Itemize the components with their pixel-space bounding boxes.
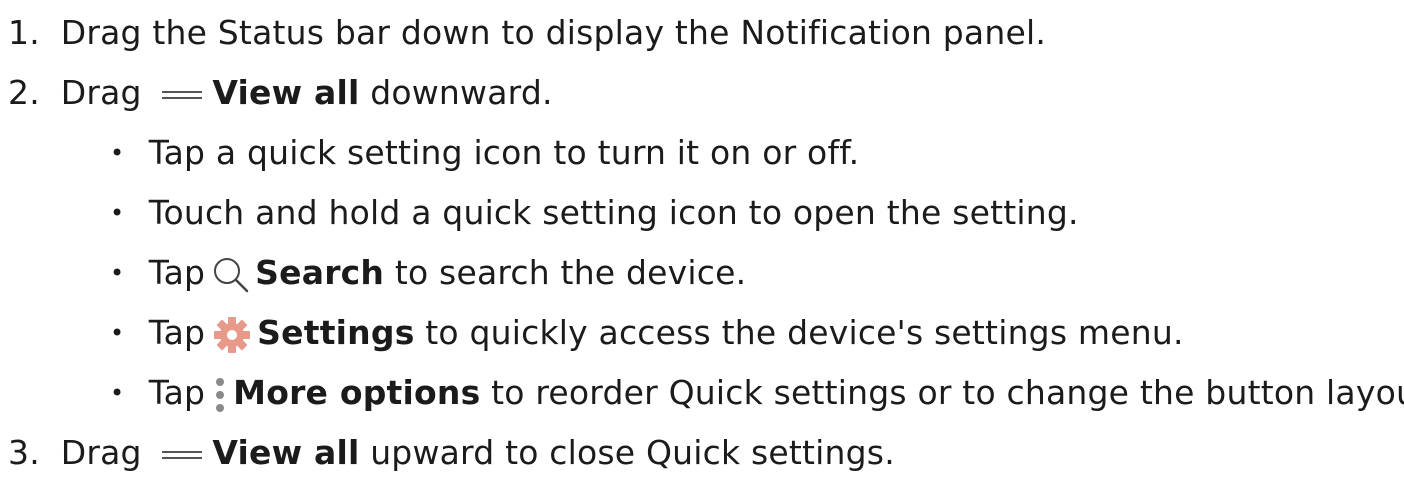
bullet-dot: •: [110, 139, 125, 167]
view-all-label: View all: [212, 73, 360, 112]
view-all-label: View all: [212, 433, 360, 472]
step-number: 3.: [8, 433, 40, 472]
bullet-dot: •: [110, 259, 125, 287]
step-post: upward to close Quick settings.: [370, 433, 895, 472]
step-3: 3. Drag View all upward to close Quick s…: [0, 426, 895, 480]
bullet-post: to quickly access the device's settings …: [425, 313, 1184, 352]
bullet-dot: •: [110, 319, 125, 347]
bullet-pre: Tap: [148, 313, 206, 352]
bullet-item: • Tap More options to reorder Quick setti…: [110, 366, 1404, 420]
bullet-item: • Tap Settings to quickly access the devi…: [110, 306, 1184, 360]
more-options-icon: [213, 377, 227, 412]
step-pre: Drag: [60, 73, 142, 112]
bullet-item: • Tap a quick setting icon to turn it on…: [110, 126, 859, 180]
step-1: 1. Drag the Status bar down to display t…: [0, 6, 1046, 60]
bullet-item: • Touch and hold a quick setting icon to…: [110, 186, 1079, 240]
bullet-text: Tap a quick setting icon to turn it on o…: [148, 133, 860, 172]
drag-handle-icon: [162, 450, 203, 460]
step-text: Drag the Status bar down to display the …: [60, 13, 1047, 52]
step-2: 2. Drag View all downward.: [0, 66, 553, 120]
gear-icon: [213, 316, 251, 354]
bullet-post: to reorder Quick settings or to change t…: [491, 373, 1404, 412]
search-icon: [211, 255, 251, 295]
step-post: downward.: [370, 73, 553, 112]
settings-label: Settings: [257, 313, 415, 352]
bullet-dot: •: [110, 199, 125, 227]
more-options-label: More options: [233, 373, 481, 412]
drag-handle-icon: [162, 90, 203, 100]
bullet-item: • Tap Search to search the device.: [110, 246, 746, 300]
bullet-pre: Tap: [148, 373, 206, 412]
step-pre: Drag: [60, 433, 142, 472]
search-label: Search: [255, 253, 385, 292]
bullet-post: to search the device.: [394, 253, 747, 292]
bullet-dot: •: [110, 379, 125, 407]
bullet-text: Touch and hold a quick setting icon to o…: [148, 193, 1079, 232]
step-number: 1.: [8, 13, 40, 52]
bullet-pre: Tap: [148, 253, 206, 292]
step-number: 2.: [8, 73, 40, 112]
